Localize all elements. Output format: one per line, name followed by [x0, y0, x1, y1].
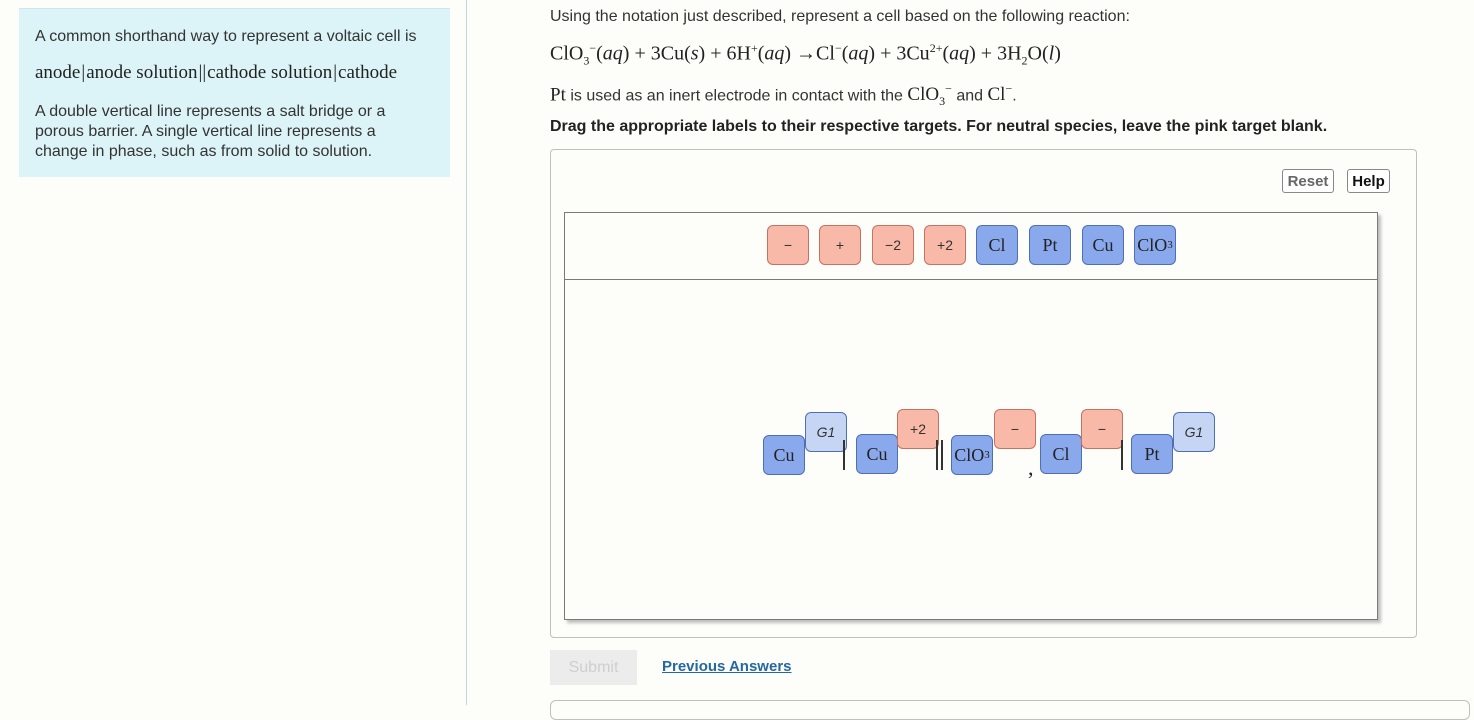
phase-boundary-line: [843, 440, 845, 470]
target-anode-group[interactable]: G1: [805, 412, 847, 452]
label-clo3-sub: 3: [1167, 239, 1173, 251]
drag-canvas: [564, 212, 1378, 620]
target-cathode-ion-2-charge[interactable]: −: [1081, 409, 1123, 449]
previous-answers-link[interactable]: Previous Answers: [662, 658, 792, 675]
target-cathode-electrode[interactable]: Pt: [1131, 434, 1173, 474]
label-cu[interactable]: Cu: [1082, 225, 1124, 265]
target-clo3-text: ClO: [954, 444, 985, 465]
target-anode-electrode[interactable]: Cu: [763, 435, 805, 475]
reset-button[interactable]: Reset: [1282, 169, 1334, 193]
notation-cathode-solution: cathode solution: [207, 62, 333, 83]
submit-button[interactable]: Submit: [550, 650, 637, 685]
question-intro: Using the notation just described, repre…: [550, 8, 1130, 25]
salt-bridge-line-right: [941, 440, 943, 470]
target-clo3-sub: 3: [984, 449, 990, 461]
info-description: A double vertical line represents a salt…: [35, 103, 386, 160]
species-separator-comma: ,: [1028, 455, 1034, 480]
cell-notation: anode|anode solution||cathode solution|c…: [35, 62, 398, 83]
label-plus[interactable]: +: [819, 225, 861, 265]
info-panel: A common shorthand way to represent a vo…: [19, 8, 450, 177]
label-pt[interactable]: Pt: [1029, 225, 1071, 265]
panel-divider: [466, 0, 467, 705]
target-cathode-ion-1-charge[interactable]: −: [994, 409, 1036, 449]
drag-instruction: Drag the appropriate labels to their res…: [550, 118, 1328, 135]
salt-bridge-line-left: [936, 440, 938, 470]
target-cathode-ion-2[interactable]: Cl: [1040, 434, 1082, 474]
help-button[interactable]: Help: [1347, 169, 1390, 193]
info-intro: A common shorthand way to represent a vo…: [35, 28, 417, 45]
target-cathode-ion-1[interactable]: ClO 3: [951, 435, 993, 475]
notation-cathode: cathode: [338, 62, 398, 83]
label-clo3[interactable]: ClO 3: [1134, 225, 1176, 265]
target-cathode-group[interactable]: G1: [1173, 412, 1215, 452]
pt-sentence-and: and: [956, 87, 984, 105]
pt-electrode-sentence: Pt is used as an inert electrode in cont…: [550, 82, 1017, 109]
notation-anode: anode: [35, 62, 81, 83]
label-minus[interactable]: −: [767, 225, 809, 265]
label-minus-2[interactable]: −2: [872, 225, 914, 265]
label-cl[interactable]: Cl: [976, 225, 1018, 265]
label-plus-2[interactable]: +2: [924, 225, 966, 265]
reaction-equation: ClO3−(aq) + 3Cu(s) + 6H+(aq) →Cl−(aq) + …: [550, 41, 1061, 68]
label-clo3-text: ClO: [1137, 234, 1168, 255]
notation-anode-solution: anode solution: [86, 62, 198, 83]
next-panel-edge: [550, 700, 1470, 720]
phase-boundary-line-cathode: [1121, 440, 1123, 470]
pt-sentence-end: .: [1012, 87, 1017, 105]
pt-sentence-text: is used as an inert electrode in contact…: [570, 87, 903, 105]
target-anode-ion[interactable]: Cu: [856, 434, 898, 474]
label-bank-divider: [565, 279, 1377, 280]
target-anode-ion-charge[interactable]: +2: [897, 409, 939, 449]
